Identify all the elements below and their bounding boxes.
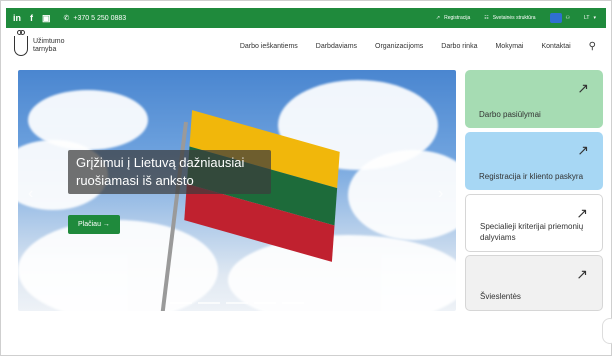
site-header: Užimtumo tarnyba Darbo ieškantiems Darbd… (6, 28, 606, 64)
site-structure-link[interactable]: ☷ Svetainės struktūra (484, 15, 535, 21)
nav-item-job-seekers[interactable]: Darbo ieškantiems (240, 43, 298, 50)
chevron-down-icon: ▾ (593, 15, 596, 21)
social-links: in f ▣ ✆ +370 5 250 0883 (6, 13, 126, 24)
carousel-prev-button[interactable]: ‹ (28, 185, 33, 203)
site-logo[interactable]: Užimtumo tarnyba (6, 30, 65, 56)
search-icon[interactable]: ⚲ (589, 41, 596, 52)
language-switcher[interactable]: LT ▾ (584, 15, 596, 21)
arrow-up-right-icon: ↗ (576, 205, 588, 221)
logo-line-1: Užimtumo (33, 38, 65, 45)
carousel-dot[interactable] (226, 302, 248, 304)
logo-icon (14, 30, 28, 56)
accessibility-links[interactable]: ⚇ (549, 13, 570, 23)
top-bar-actions: ↗ Registracija ☷ Svetainės struktūra ⚇ L… (436, 13, 606, 23)
arrow-up-right-icon: ↗ (577, 142, 589, 158)
nav-item-labour-market[interactable]: Darbo rinka (441, 43, 477, 50)
carousel-dot[interactable] (254, 302, 276, 304)
card-job-offers[interactable]: ↗ Darbo pasiūlymai (465, 70, 603, 128)
card-special-criteria[interactable]: ↗ Specialieji kriterijai priemonių dalyv… (465, 194, 603, 252)
accessibility-icon[interactable] (549, 13, 562, 23)
scroll-to-top-button[interactable] (602, 318, 612, 344)
card-label: Specialieji kriterijai priemonių dalyvia… (480, 222, 584, 242)
card-registration[interactable]: ↗ Registracija ir kliento paskyra (465, 132, 603, 190)
logo-text: Užimtumo tarnyba (33, 38, 65, 54)
arrow-up-right-icon: ↗ (435, 15, 441, 21)
carousel-dot[interactable] (282, 302, 304, 304)
sitemap-icon: ☷ (484, 15, 489, 21)
top-bar: in f ▣ ✆ +370 5 250 0883 ↗ Registracija … (6, 8, 606, 28)
card-label: Darbo pasiūlymai (479, 110, 541, 119)
registration-label: Registracija (444, 15, 471, 21)
card-boards[interactable]: ↗ Švieslentės (465, 255, 603, 311)
sign-language-icon[interactable]: ⚇ (566, 15, 570, 21)
carousel-dot[interactable] (198, 302, 220, 304)
hero-title: Grįžimui į Lietuvą dažniausiai ruošiamas… (68, 150, 271, 194)
facebook-icon[interactable]: f (30, 13, 33, 23)
nav-item-employers[interactable]: Darbdaviams (316, 43, 357, 50)
card-label: Švieslentės (480, 292, 521, 301)
nav-item-organizations[interactable]: Organizacijoms (375, 43, 423, 50)
linkedin-icon[interactable]: in (13, 13, 21, 23)
nav-item-contacts[interactable]: Kontaktai (541, 43, 570, 50)
phone-link[interactable]: ✆ +370 5 250 0883 (63, 14, 127, 23)
carousel-dot[interactable] (170, 302, 192, 304)
nav-item-training[interactable]: Mokymai (495, 43, 523, 50)
phone-number: +370 5 250 0883 (73, 14, 127, 22)
phone-icon: ✆ (63, 15, 70, 22)
carousel-dots (170, 302, 304, 304)
language-label: LT (584, 15, 590, 21)
hero-carousel: ‹ › Grįžimui į Lietuvą dažniausiai ruoši… (18, 70, 456, 311)
hero-more-button[interactable]: Plačiau → (68, 215, 120, 234)
arrow-up-right-icon: ↗ (576, 266, 588, 282)
main-nav: Darbo ieškantiems Darbdaviams Organizaci… (240, 41, 606, 52)
site-structure-label: Svetainės struktūra (492, 15, 536, 21)
card-label: Registracija ir kliento paskyra (479, 172, 584, 181)
registration-link[interactable]: ↗ Registracija (436, 15, 470, 21)
carousel-next-button[interactable]: › (438, 185, 443, 203)
arrow-up-right-icon: ↗ (577, 80, 589, 96)
youtube-icon[interactable]: ▣ (42, 13, 51, 24)
logo-line-2: tarnyba (33, 46, 57, 53)
